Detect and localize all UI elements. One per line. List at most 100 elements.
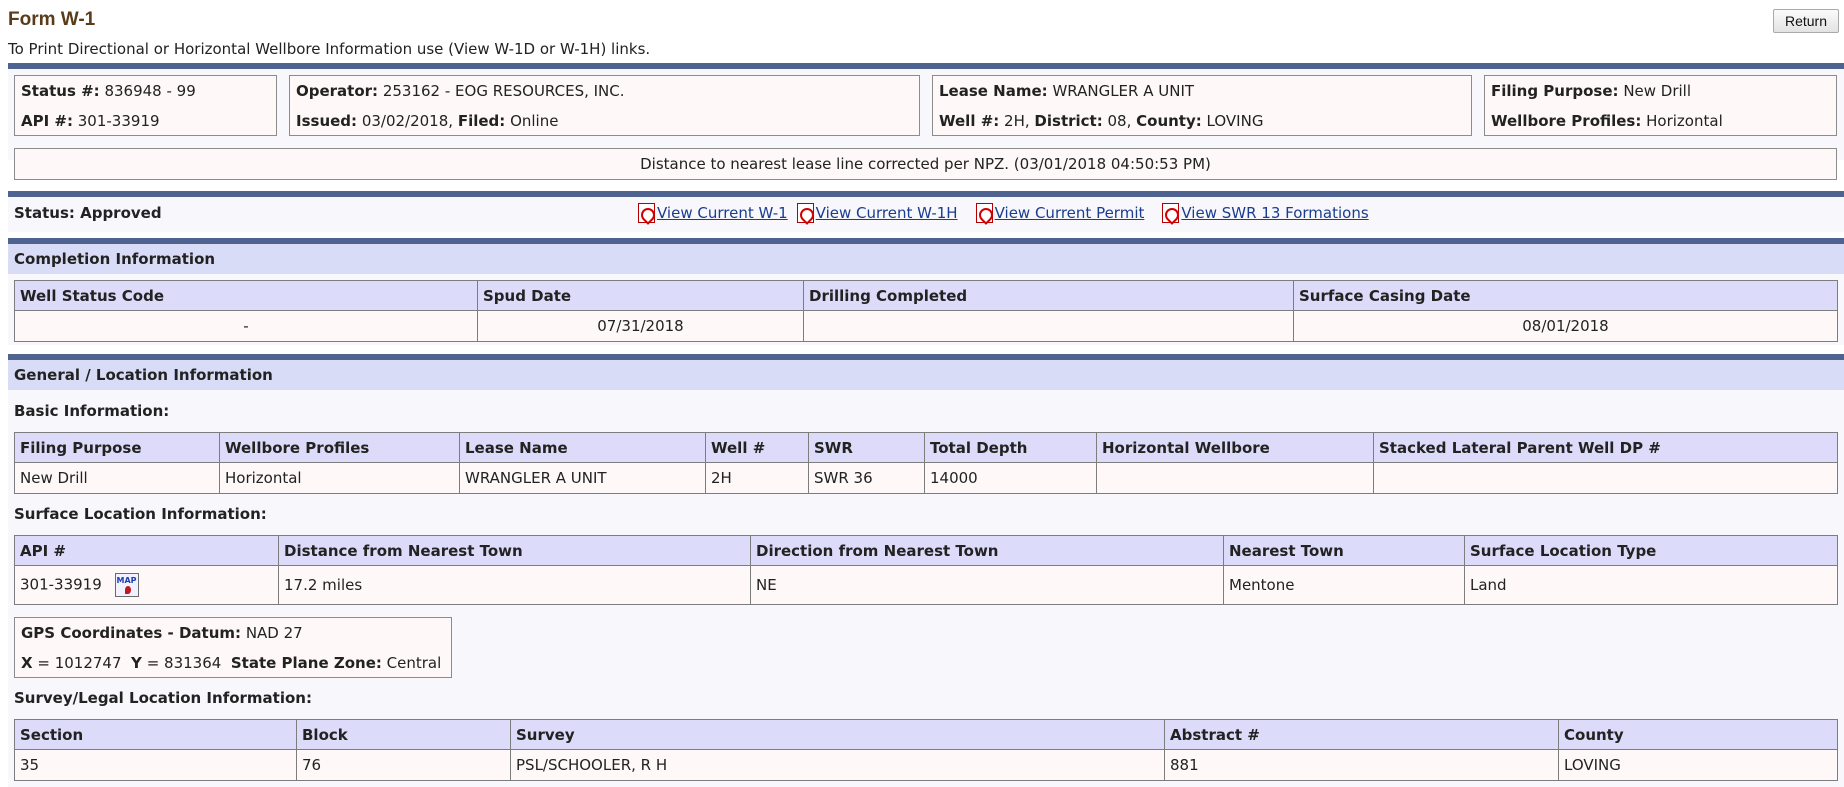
view-swr13-formations-label: View SWR 13 Formations — [1181, 204, 1369, 222]
filing-purpose-label: Filing Purpose: — [1491, 82, 1619, 100]
column-header: Block — [296, 719, 511, 750]
well-number-value: 2H, — [1004, 112, 1030, 130]
well-number-cell: 2H — [705, 462, 809, 494]
district-value: 08, — [1107, 112, 1132, 130]
correction-note-text: Distance to nearest lease line corrected… — [640, 155, 1211, 173]
lease-name-value: WRANGLER A UNIT — [1052, 82, 1195, 100]
wellbore-profiles-cell: Horizontal — [219, 462, 460, 494]
table-header-row: Well Status Code Spud Date Drilling Comp… — [14, 280, 1838, 311]
surface-casing-date: 08/01/2018 — [1293, 310, 1838, 342]
survey-legal-heading: Survey/Legal Location Information: — [14, 689, 312, 707]
filing-purpose-value: New Drill — [1623, 82, 1692, 100]
view-current-permit-link[interactable]: View Current Permit — [975, 203, 1145, 223]
y-label: Y — [131, 654, 142, 672]
distance-cell: 17.2 miles — [278, 565, 751, 605]
completion-table: Well Status Code Spud Date Drilling Comp… — [14, 280, 1838, 342]
column-header: API # — [14, 535, 279, 566]
column-header: Surface Location Type — [1464, 535, 1838, 566]
column-header: Stacked Lateral Parent Well DP # — [1373, 432, 1838, 463]
basic-info-heading: Basic Information: — [14, 402, 170, 420]
column-header: County — [1558, 719, 1838, 750]
column-header: Filing Purpose — [14, 432, 220, 463]
surface-location-heading: Surface Location Information: — [14, 505, 267, 523]
api-cell: 301-33919 MAP — [14, 565, 279, 605]
total-depth-cell: 14000 — [924, 462, 1097, 494]
page-title: Form W-1 — [8, 9, 96, 30]
column-header: Well Status Code — [14, 280, 478, 311]
lease-name-cell: WRANGLER A UNIT — [459, 462, 706, 494]
gps-coordinates-box: GPS Coordinates - Datum: NAD 27 X = 1012… — [14, 617, 452, 678]
well-number-label: Well #: — [939, 112, 1000, 130]
block-cell: 76 — [296, 749, 511, 781]
filed-value: Online — [510, 112, 559, 130]
api-label: API #: — [21, 112, 73, 130]
drilling-completed — [803, 310, 1294, 342]
table-row: New Drill Horizontal WRANGLER A UNIT 2H … — [14, 462, 1838, 494]
view-current-w1h-label: View Current W-1H — [815, 204, 958, 222]
survey-cell: PSL/SCHOOLER, R H — [510, 749, 1165, 781]
view-current-w1h-link[interactable]: View Current W-1H — [796, 203, 958, 223]
view-current-w1-label: View Current W-1 — [657, 204, 788, 222]
district-label: District: — [1034, 112, 1103, 130]
status-api-box: Status #: 836948 - 99 API #: 301-33919 — [14, 75, 277, 136]
column-header: Spud Date — [477, 280, 804, 311]
stacked-lateral-cell — [1373, 462, 1838, 494]
document-links: View Current W-1 View Current W-1H View … — [638, 203, 1378, 223]
map-icon[interactable]: MAP — [114, 573, 139, 597]
view-swr13-formations-link[interactable]: View SWR 13 Formations — [1162, 203, 1369, 223]
column-header: Nearest Town — [1223, 535, 1465, 566]
status-bar: Status: Approved View Current W-1 View C… — [8, 191, 1844, 232]
county-label: County: — [1136, 112, 1202, 130]
surface-location-table: API # Distance from Nearest Town Directi… — [14, 535, 1838, 605]
column-header: Section — [14, 719, 297, 750]
filing-purpose-cell: New Drill — [14, 462, 220, 494]
map-pin-icon — [124, 586, 131, 594]
column-header: Drilling Completed — [803, 280, 1294, 311]
direction-cell: NE — [750, 565, 1224, 605]
nearest-town-cell: Mentone — [1223, 565, 1465, 605]
issued-label: Issued: — [296, 112, 358, 130]
view-current-permit-label: View Current Permit — [994, 204, 1145, 222]
column-header: Survey — [510, 719, 1165, 750]
state-plane-zone-label: State Plane Zone: — [230, 654, 382, 672]
column-header: Horizontal Wellbore — [1096, 432, 1374, 463]
correction-note: Distance to nearest lease line corrected… — [14, 148, 1837, 180]
table-row: 35 76 PSL/SCHOOLER, R H 881 LOVING — [14, 749, 1838, 781]
basic-info-table: Filing Purpose Wellbore Profiles Lease N… — [14, 432, 1838, 494]
pdf-icon — [638, 203, 655, 223]
operator-box: Operator: 253162 - EOG RESOURCES, INC. I… — [289, 75, 920, 136]
spud-date: 07/31/2018 — [477, 310, 804, 342]
well-status-code: - — [14, 310, 478, 342]
swr-cell: SWR 36 — [808, 462, 925, 494]
issued-date: 03/02/2018, — [361, 112, 454, 130]
completion-heading: Completion Information — [8, 244, 1844, 274]
abstract-cell: 881 — [1164, 749, 1559, 781]
completion-panel: Completion Information Well Status Code … — [8, 238, 1844, 345]
column-header: Surface Casing Date — [1293, 280, 1838, 311]
pdf-icon — [796, 203, 814, 223]
table-header-row: Section Block Survey Abstract # County — [14, 719, 1838, 750]
filed-label: Filed: — [457, 112, 506, 130]
column-header: Abstract # — [1164, 719, 1559, 750]
status-number-label: Status #: — [21, 82, 100, 100]
return-button[interactable]: Return — [1773, 9, 1839, 33]
surface-location-type-cell: Land — [1464, 565, 1838, 605]
column-header: Total Depth — [924, 432, 1097, 463]
y-value: = 831364 — [146, 654, 222, 672]
form-w1-page: Form W-1 Return To Print Directional or … — [0, 0, 1844, 787]
column-header: Direction from Nearest Town — [750, 535, 1224, 566]
column-header: Distance from Nearest Town — [278, 535, 751, 566]
api-number: 301-33919 — [77, 112, 160, 130]
pdf-icon — [1162, 203, 1180, 223]
column-header: Wellbore Profiles — [219, 432, 460, 463]
status-number: 836948 - 99 — [104, 82, 196, 100]
column-header: Well # — [705, 432, 809, 463]
approval-status: Status: Approved — [14, 204, 162, 222]
print-instructions: To Print Directional or Horizontal Wellb… — [8, 40, 651, 58]
table-row: 301-33919 MAP 17.2 miles NE Mentone Land — [14, 565, 1838, 605]
view-current-w1-link[interactable]: View Current W-1 — [638, 203, 788, 223]
lease-box: Lease Name: WRANGLER A UNIT Well #: 2H, … — [932, 75, 1472, 136]
lease-name-label: Lease Name: — [939, 82, 1048, 100]
api-cell-value: 301-33919 — [20, 575, 102, 594]
county-cell: LOVING — [1558, 749, 1838, 781]
